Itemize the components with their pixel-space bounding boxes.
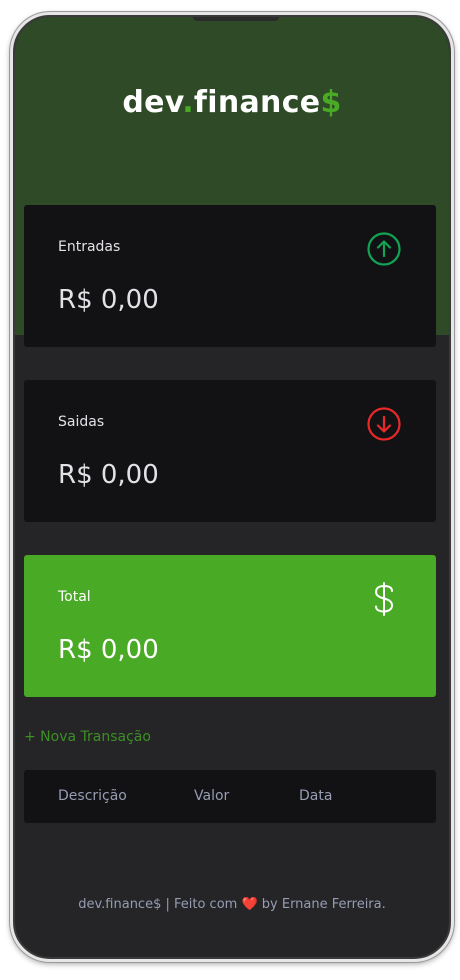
dollar-sign-icon xyxy=(374,582,394,616)
logo-dollar: $ xyxy=(320,85,342,120)
column-header-value: Valor xyxy=(194,788,230,804)
logo-text-dev: dev xyxy=(122,85,183,120)
heart-icon: ❤️ xyxy=(241,897,258,912)
footer-text-start: dev.finance$ | Feito com xyxy=(78,897,242,912)
app-footer: dev.finance$ | Feito com ❤️ by Ernane Fe… xyxy=(15,897,449,912)
logo-dot: . xyxy=(182,85,194,120)
app-logo: dev.finance$ xyxy=(15,85,449,120)
footer-text-end: by Ernane Ferreira. xyxy=(257,897,386,912)
arrow-up-circle-icon xyxy=(367,232,401,266)
logo-text-finance: finance xyxy=(193,85,321,120)
expense-label: Saidas xyxy=(58,414,105,430)
column-header-description: Descrição xyxy=(58,788,127,804)
expense-value: R$ 0,00 xyxy=(58,460,159,490)
total-card: Total R$ 0,00 xyxy=(24,555,436,697)
column-header-date: Data xyxy=(299,788,333,804)
app-screen: dev.finance$ Entradas R$ 0,00 Saidas R$ … xyxy=(13,15,451,959)
total-label: Total xyxy=(58,589,91,605)
expense-card: Saidas R$ 0,00 xyxy=(24,380,436,522)
new-transaction-link[interactable]: + Nova Transação xyxy=(24,729,151,745)
phone-notch xyxy=(193,17,279,21)
transactions-table-header: Descrição Valor Data xyxy=(24,770,436,823)
phone-frame: dev.finance$ Entradas R$ 0,00 Saidas R$ … xyxy=(10,12,454,962)
income-label: Entradas xyxy=(58,239,121,255)
income-card: Entradas R$ 0,00 xyxy=(24,205,436,347)
arrow-down-circle-icon xyxy=(367,407,401,441)
income-value: R$ 0,00 xyxy=(58,285,159,315)
total-value: R$ 0,00 xyxy=(58,635,159,665)
